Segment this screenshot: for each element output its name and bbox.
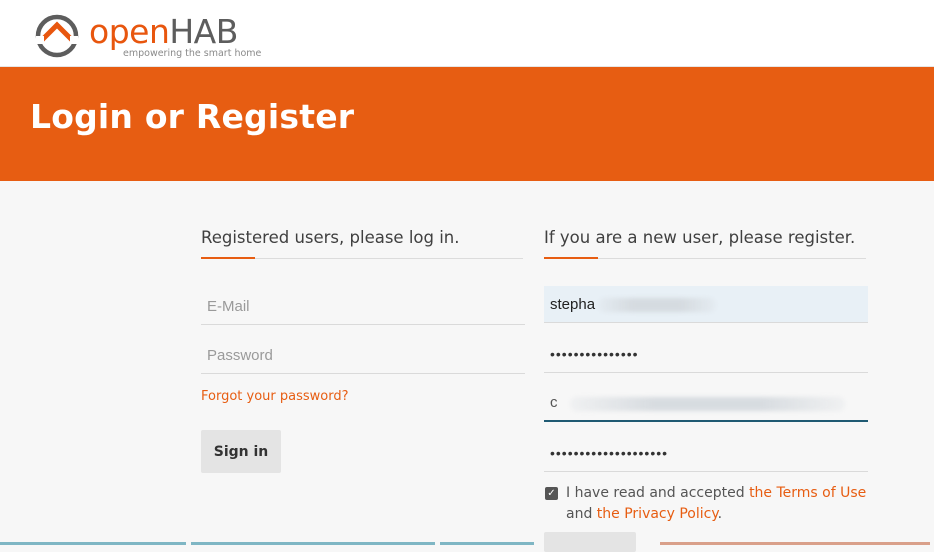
register-heading-accent (544, 257, 598, 259)
terms-of-use-link[interactable]: the Terms of Use (749, 485, 866, 501)
top-bar: openHAB empowering the smart home (0, 0, 934, 67)
login-email-input[interactable] (201, 288, 525, 325)
terms-checkbox[interactable]: ✓ (545, 487, 558, 500)
register-password-input[interactable] (544, 336, 868, 373)
forgot-password-link[interactable]: Forgot your password? (201, 389, 349, 404)
terms-suffix: . (717, 506, 723, 522)
terms-prefix: I have read and accepted (566, 485, 745, 501)
login-heading-accent (201, 257, 255, 259)
page-title: Login or Register (30, 97, 355, 136)
logo-tagline: empowering the smart home (123, 48, 262, 59)
redacted-email-blur (570, 397, 845, 411)
page-banner: Login or Register (0, 67, 934, 181)
terms-and: and (566, 506, 593, 522)
sign-in-button[interactable]: Sign in (201, 430, 281, 473)
login-heading: Registered users, please log in. (201, 228, 460, 247)
register-heading: If you are a new user, please register. (544, 228, 856, 247)
privacy-policy-link[interactable]: the Privacy Policy (597, 506, 718, 522)
login-password-input[interactable] (201, 337, 525, 374)
openhab-house-icon (35, 14, 79, 58)
logo-wordmark: openHAB (89, 12, 238, 51)
register-confirm-password-input[interactable] (544, 435, 868, 472)
redacted-username-blur (598, 298, 716, 312)
terms-text: I have read and accepted the Terms of Us… (566, 483, 876, 525)
